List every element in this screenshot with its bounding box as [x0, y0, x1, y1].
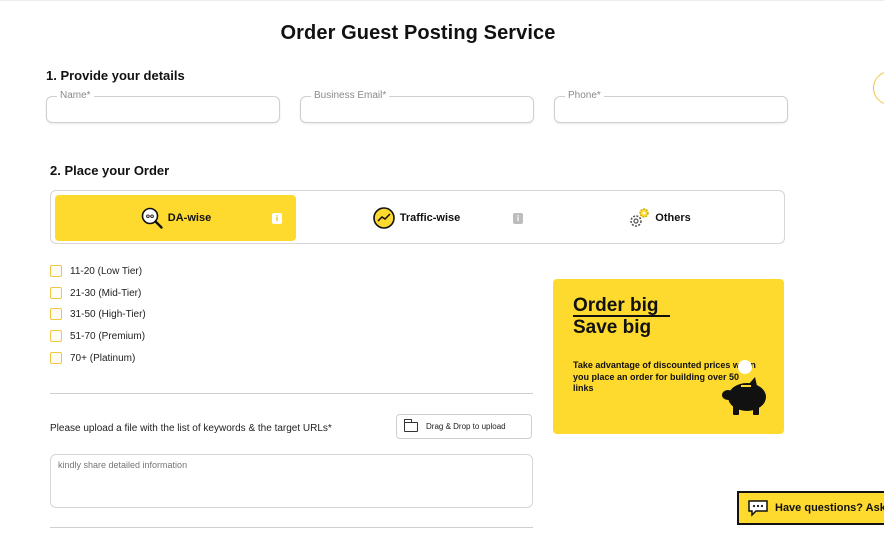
business-email-field[interactable]: Business Email* — [300, 90, 534, 123]
option-label: 51-70 (Premium) — [70, 330, 146, 342]
checkbox[interactable] — [50, 287, 62, 299]
option-label: 31-50 (High-Tier) — [70, 308, 146, 320]
chat-label: Have questions? Ask — [775, 502, 884, 514]
piggy-bank-icon — [722, 360, 766, 415]
promo-title-line2: Save big — [573, 317, 652, 338]
phone-field-label: Phone* — [565, 90, 604, 102]
tab-da-wise[interactable]: oo DA-wise i — [55, 195, 296, 241]
section-details-title: 1. Provide your details — [46, 68, 185, 83]
tab-da-wise-label: DA-wise — [167, 212, 212, 224]
promo-title: Order big Save big — [573, 295, 670, 339]
folder-icon — [404, 418, 418, 432]
order-type-tabs: oo DA-wise i Traffic-wise i Others — [50, 190, 785, 244]
checkbox[interactable] — [50, 330, 62, 342]
name-field[interactable]: Name* — [46, 90, 280, 123]
chat-widget-button[interactable]: Have questions? Ask — [737, 491, 884, 525]
promo-title-line1: Order big — [573, 295, 659, 316]
option-label: 70+ (Platinum) — [70, 352, 136, 364]
tab-others[interactable]: Others — [536, 195, 782, 241]
section-order-title: 2. Place your Order — [50, 163, 170, 178]
option-label: 21-30 (Mid-Tier) — [70, 287, 142, 299]
tier-option-premium[interactable]: 51-70 (Premium) — [50, 329, 145, 343]
name-field-label: Name* — [57, 90, 94, 102]
tab-others-label: Others — [655, 212, 691, 224]
details-textarea[interactable] — [50, 454, 533, 508]
svg-text:oo: oo — [146, 213, 154, 220]
upload-label: Please upload a file with the list of ke… — [50, 423, 332, 434]
traffic-info-icon[interactable]: i — [513, 213, 523, 224]
checkbox[interactable] — [50, 265, 62, 277]
bottom-divider — [50, 527, 533, 528]
tier-option-low[interactable]: 11-20 (Low Tier) — [50, 264, 142, 278]
email-field-label: Business Email* — [311, 90, 390, 102]
details-input[interactable] — [58, 460, 525, 502]
traffic-chart-icon — [372, 207, 395, 229]
checkbox[interactable] — [50, 308, 62, 320]
phone-field[interactable]: Phone* — [554, 90, 788, 123]
order-big-promo: Order big Save big Take advantage of dis… — [553, 279, 784, 434]
top-divider — [0, 0, 884, 1]
chat-bubble-icon — [748, 500, 768, 517]
tier-option-mid[interactable]: 21-30 (Mid-Tier) — [50, 286, 141, 300]
gears-icon — [630, 208, 649, 227]
da-info-icon[interactable]: i — [272, 213, 282, 224]
tier-option-high[interactable]: 31-50 (High-Tier) — [50, 307, 146, 321]
promo-underline — [573, 315, 670, 317]
option-label: 11-20 (Low Tier) — [70, 265, 143, 277]
page-title: Order Guest Posting Service — [280, 22, 556, 44]
tier-option-platinum[interactable]: 70+ (Platinum) — [50, 351, 135, 365]
tab-traffic-wise[interactable]: Traffic-wise i — [296, 195, 536, 241]
file-upload-button[interactable]: Drag & Drop to upload — [396, 414, 532, 439]
checkbox[interactable] — [50, 352, 62, 364]
da-magnifier-icon: oo — [141, 207, 163, 229]
options-divider — [50, 393, 533, 394]
scroll-top-button[interactable] — [873, 71, 884, 105]
tab-traffic-wise-label: Traffic-wise — [399, 212, 461, 224]
upload-button-label: Drag & Drop to upload — [426, 422, 506, 431]
